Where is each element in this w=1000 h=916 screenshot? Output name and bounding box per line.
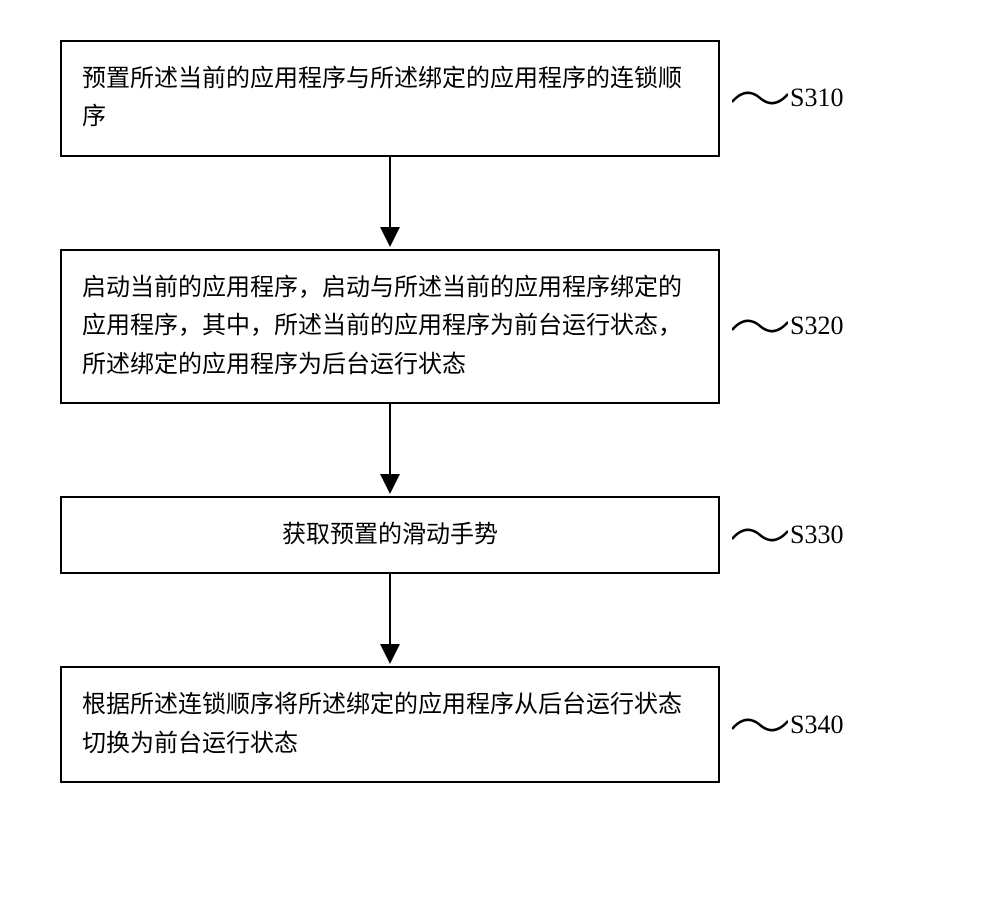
step-3-label: S330 <box>790 520 843 550</box>
step-2-label: S320 <box>790 311 843 341</box>
step-4-text: 根据所述连锁顺序将所述绑定的应用程序从后台运行状态切换为前台运行状态 <box>82 692 682 756</box>
step-3: 获取预置的滑动手势 S330 <box>60 496 940 574</box>
step-4-box: 根据所述连锁顺序将所述绑定的应用程序从后台运行状态切换为前台运行状态 <box>60 666 720 783</box>
tilde-connector-icon <box>732 715 788 735</box>
step-2: 启动当前的应用程序，启动与所述当前的应用程序绑定的应用程序，其中，所述当前的应用… <box>60 249 940 404</box>
tilde-connector-icon <box>732 525 788 545</box>
flowchart-container: 预置所述当前的应用程序与所述绑定的应用程序的连锁顺序 S310 启动当前的应用程… <box>60 40 940 783</box>
tilde-connector-icon <box>732 88 788 108</box>
arrowhead-down-icon <box>380 644 400 664</box>
arrow-1 <box>60 157 720 249</box>
arrow-3 <box>60 574 720 666</box>
arrow-line-icon <box>389 574 391 646</box>
tilde-connector-icon <box>732 316 788 336</box>
step-1-box: 预置所述当前的应用程序与所述绑定的应用程序的连锁顺序 <box>60 40 720 157</box>
arrowhead-down-icon <box>380 474 400 494</box>
arrow-line-icon <box>389 404 391 476</box>
step-1-text: 预置所述当前的应用程序与所述绑定的应用程序的连锁顺序 <box>82 66 682 130</box>
step-4: 根据所述连锁顺序将所述绑定的应用程序从后台运行状态切换为前台运行状态 S340 <box>60 666 940 783</box>
arrowhead-down-icon <box>380 227 400 247</box>
step-4-label: S340 <box>790 710 843 740</box>
arrow-2 <box>60 404 720 496</box>
step-1-label: S310 <box>790 83 843 113</box>
step-3-text: 获取预置的滑动手势 <box>282 522 498 548</box>
step-2-text: 启动当前的应用程序，启动与所述当前的应用程序绑定的应用程序，其中，所述当前的应用… <box>82 275 682 378</box>
step-2-box: 启动当前的应用程序，启动与所述当前的应用程序绑定的应用程序，其中，所述当前的应用… <box>60 249 720 404</box>
arrow-line-icon <box>389 157 391 229</box>
step-3-box: 获取预置的滑动手势 <box>60 496 720 574</box>
step-1: 预置所述当前的应用程序与所述绑定的应用程序的连锁顺序 S310 <box>60 40 940 157</box>
